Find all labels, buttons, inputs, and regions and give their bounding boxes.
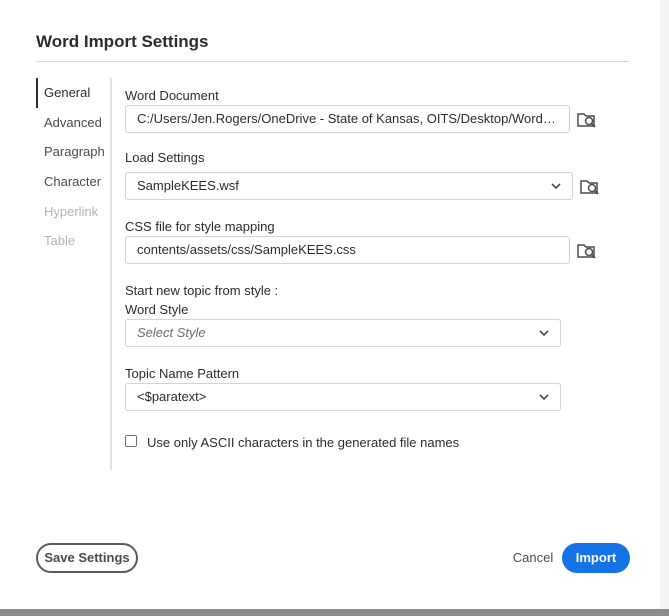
nav-item-general[interactable]: General <box>36 78 108 108</box>
chevron-down-icon <box>539 394 549 401</box>
background-window-edge-bottom <box>0 609 669 616</box>
nav-item-table: Table <box>44 233 76 248</box>
chevron-down-icon <box>551 183 561 190</box>
folder-search-icon[interactable] <box>576 110 598 130</box>
settings-nav: General Advanced Paragraph Character Hyp… <box>36 78 112 470</box>
nav-item-hyperlink: Hyperlink <box>44 204 99 219</box>
css-file-field[interactable]: contents/assets/css/SampleKEES.css <box>125 236 570 264</box>
folder-search-icon[interactable] <box>579 177 601 197</box>
dialog-title: Word Import Settings <box>36 32 209 51</box>
topic-name-pattern-label: Topic Name Pattern <box>125 366 240 381</box>
background-window-edge <box>660 0 669 616</box>
load-settings-select[interactable]: SampleKEES.wsf <box>125 172 573 200</box>
folder-search-icon[interactable] <box>576 241 598 261</box>
css-file-label: CSS file for style mapping <box>125 219 275 234</box>
nav-item-character[interactable]: Character <box>36 167 108 197</box>
ascii-checkbox-label[interactable]: Use only ASCII characters in the generat… <box>147 435 459 450</box>
load-settings-label: Load Settings <box>125 150 205 165</box>
chevron-down-icon <box>539 330 549 337</box>
new-topic-heading: Start new topic from style : <box>125 283 279 298</box>
word-document-value: C:/Users/Jen.Rogers/OneDrive - State of … <box>137 111 557 126</box>
word-style-label: Word Style <box>125 302 189 317</box>
word-style-select[interactable]: Select Style <box>125 319 561 347</box>
word-import-settings-dialog: Word Import Settings General Advanced Pa… <box>0 0 660 609</box>
cancel-button[interactable]: Cancel <box>508 543 558 573</box>
nav-item-paragraph[interactable]: Paragraph <box>36 137 108 167</box>
css-file-value: contents/assets/css/SampleKEES.css <box>137 242 356 257</box>
topic-name-pattern-value: <$paratext> <box>137 389 207 404</box>
load-settings-value: SampleKEES.wsf <box>137 178 239 193</box>
save-settings-button[interactable]: Save Settings <box>36 543 138 573</box>
word-style-placeholder: Select Style <box>137 325 206 340</box>
topic-name-pattern-select[interactable]: <$paratext> <box>125 383 561 411</box>
ascii-checkbox[interactable] <box>125 435 137 447</box>
word-document-field[interactable]: C:/Users/Jen.Rogers/OneDrive - State of … <box>125 105 570 133</box>
import-button[interactable]: Import <box>562 543 630 573</box>
title-divider <box>36 61 629 62</box>
word-document-label: Word Document <box>125 88 219 103</box>
nav-item-advanced[interactable]: Advanced <box>36 108 108 138</box>
